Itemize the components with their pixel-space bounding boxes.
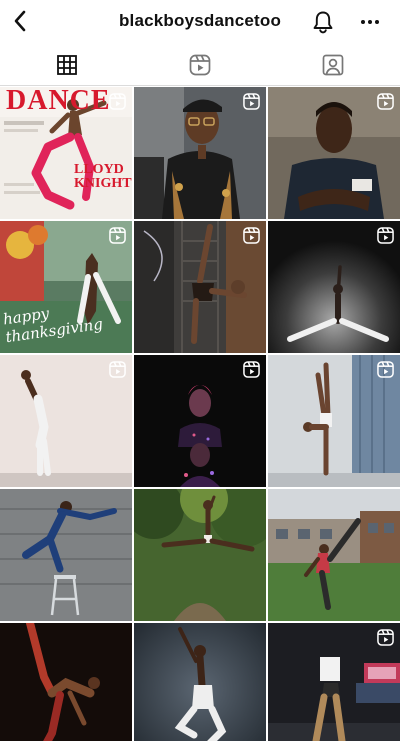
grid-icon (56, 55, 77, 75)
reel-icon (109, 93, 126, 110)
post-tile-12[interactable] (268, 489, 400, 621)
post-tile-10[interactable] (0, 489, 132, 621)
reel-icon (243, 227, 260, 244)
magazine-masthead: DANCE (6, 87, 111, 116)
more-options-button[interactable] (356, 8, 384, 36)
reel-icon (377, 629, 394, 646)
post-tile-3[interactable] (268, 87, 400, 219)
profile-username: blackboysdancetoo (118, 11, 282, 30)
bell-icon (313, 11, 333, 34)
notifications-button[interactable] (310, 8, 336, 36)
tab-tagged[interactable] (267, 44, 400, 86)
reel-icon (109, 227, 126, 244)
post-image (0, 623, 132, 741)
post-image (134, 623, 266, 741)
reels-icon (189, 54, 211, 76)
post-tile-6[interactable] (268, 221, 400, 353)
post-image (0, 489, 132, 621)
top-bar: blackboysdancetoo (0, 0, 400, 44)
post-tile-1[interactable]: DANCE LLOYD KNIGHT (0, 87, 132, 219)
profile-tabs (0, 44, 400, 86)
tagged-person-icon (322, 54, 344, 76)
tabs-divider (0, 85, 400, 86)
post-tile-5[interactable] (134, 221, 266, 353)
reel-icon (377, 93, 394, 110)
posts-grid: DANCE LLOYD KNIGHT happy thanksgiving (0, 87, 400, 741)
post-tile-2[interactable] (134, 87, 266, 219)
post-tile-14[interactable] (134, 623, 266, 741)
reel-icon (377, 361, 394, 378)
magazine-feature-name-line1: LLOYD (74, 162, 124, 177)
post-tile-8[interactable] (134, 355, 266, 487)
reel-icon (243, 361, 260, 378)
reel-icon (377, 227, 394, 244)
magazine-feature-name-line2: KNIGHT (74, 176, 132, 191)
post-tile-9[interactable] (268, 355, 400, 487)
tab-reels[interactable] (133, 44, 266, 86)
ellipsis-icon (361, 20, 379, 24)
post-tile-13[interactable] (0, 623, 132, 741)
post-image (134, 489, 266, 621)
reel-icon (109, 361, 126, 378)
chevron-left-icon (14, 10, 26, 32)
post-tile-11[interactable] (134, 489, 266, 621)
back-button[interactable] (8, 8, 32, 34)
post-tile-15[interactable] (268, 623, 400, 741)
post-tile-4[interactable]: happy thanksgiving (0, 221, 132, 353)
post-image (268, 489, 400, 621)
reel-icon (243, 93, 260, 110)
tab-posts-grid[interactable] (0, 44, 134, 86)
post-tile-7[interactable] (0, 355, 132, 487)
